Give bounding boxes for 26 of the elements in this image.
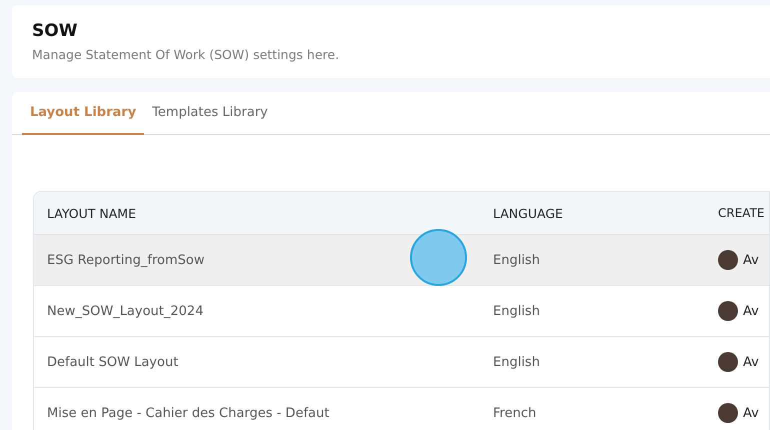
avatar-icon: [718, 250, 738, 270]
column-header: LAYOUT NAME: [46, 206, 137, 220]
table-cell: English: [493, 252, 540, 268]
avatar-icon: [718, 352, 738, 372]
table-cell: New_SOW_Layout_2024: [47, 304, 204, 318]
creator-name: Av: [743, 304, 759, 318]
avatar-icon: [718, 403, 738, 423]
table-row[interactable]: Mise en Page - Cahier des Charges - Defaut French Av: [34, 387, 769, 430]
table-row[interactable]: New_SOW_Layout_2024 English Av: [34, 285, 769, 336]
tab[interactable]: Templates Library: [144, 92, 276, 135]
column-header: CREATE: [717, 206, 766, 220]
table-cell: French: [493, 406, 536, 420]
avatar-icon: [718, 301, 738, 321]
table-cell: Mise en Page - Cahier des Charges - Defaut: [47, 406, 330, 420]
page-title: SOW: [32, 21, 78, 41]
table-row[interactable]: ESG Reporting_fromSow English Av: [34, 234, 769, 285]
page-subtitle: Manage Statement Of Work (SOW) settings here.: [32, 47, 340, 62]
creator-name: Av: [743, 406, 759, 420]
creator-name: Av: [743, 252, 759, 268]
column-header: LANGUAGE: [492, 206, 564, 220]
table-cell: ESG Reporting_fromSow: [47, 252, 204, 268]
creator-name: Av: [743, 354, 759, 370]
table-cell: Default SOW Layout: [47, 354, 178, 370]
table-cell: English: [493, 304, 540, 318]
table-row[interactable]: Default SOW Layout English Av: [34, 336, 769, 387]
table-cell: English: [493, 354, 540, 370]
